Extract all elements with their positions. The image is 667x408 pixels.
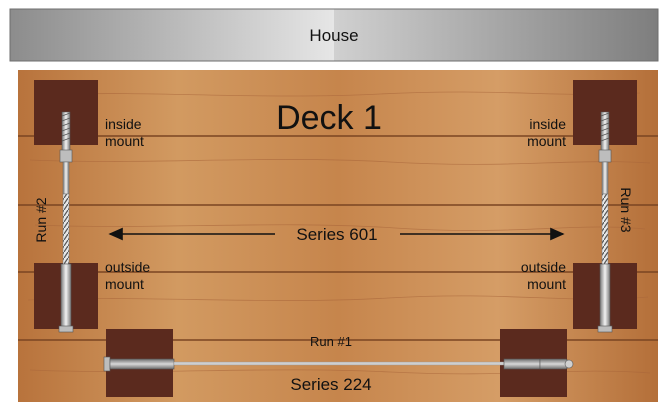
run3-label: Run #3 [618, 187, 634, 232]
inside-mount-left-line1: inside [105, 116, 142, 132]
outside-mount-right-line2: mount [527, 276, 566, 292]
run1-label: Run #1 [310, 334, 352, 349]
inside-mount-right-line2: mount [527, 133, 566, 149]
series-224-label: Series 224 [290, 375, 371, 394]
series-601-label: Series 601 [296, 225, 377, 244]
run2-label: Run #2 [33, 197, 49, 242]
outside-mount-right-line1: outside [521, 259, 566, 275]
diagram-svg: House Deck 1 inside mount inside mount o… [9, 8, 659, 402]
inside-mount-right-line1: inside [529, 116, 566, 132]
outside-mount-left-line2: mount [105, 276, 144, 292]
house-wall: House [9, 8, 659, 62]
outside-mount-left-line1: outside [105, 259, 150, 275]
deck-title: Deck 1 [276, 99, 382, 137]
inside-mount-left-line2: mount [105, 133, 144, 149]
house-label: House [309, 26, 358, 45]
deck-cable-railing-diagram: House Deck 1 inside mount inside mount o… [0, 0, 667, 403]
